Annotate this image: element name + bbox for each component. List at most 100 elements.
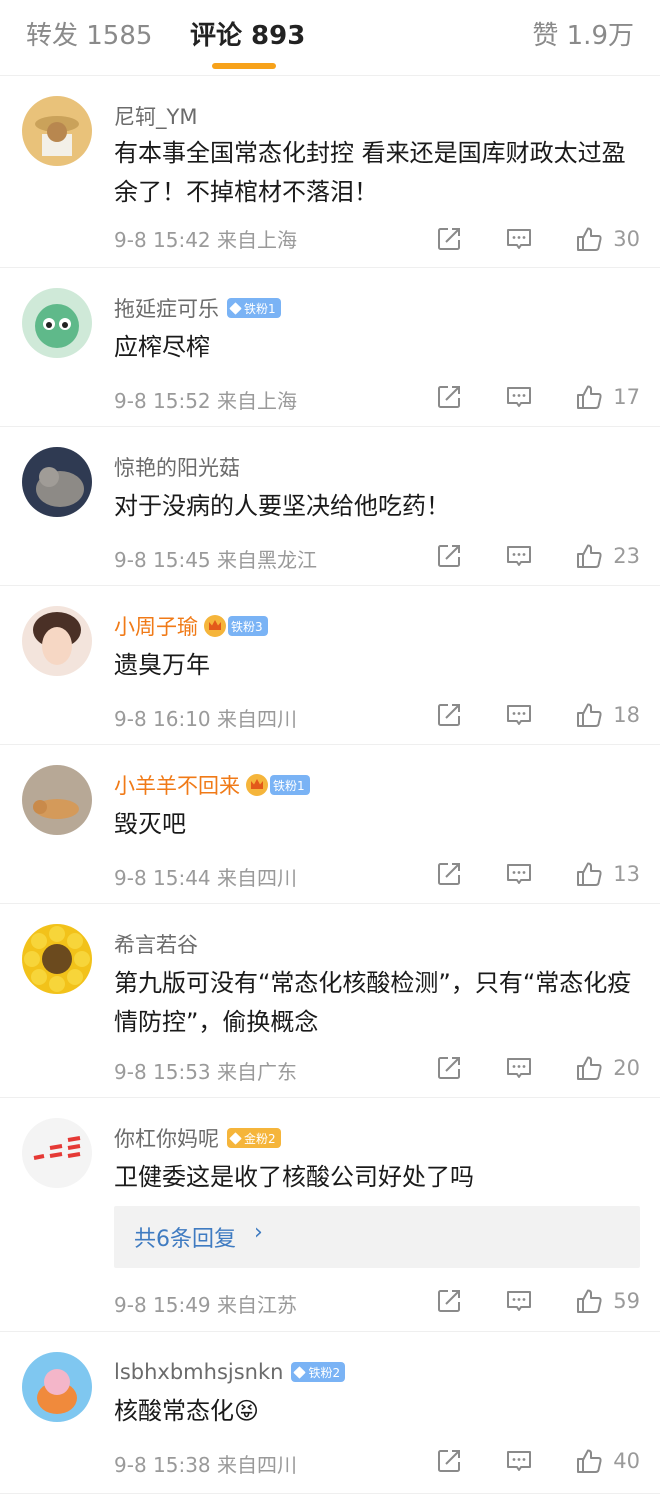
diamond-icon — [293, 1365, 307, 1379]
comment-meta: 9-8 15:38 来自四川 — [114, 1453, 298, 1477]
comment-text: 有本事全国常态化封控 看来还是国库财政太过盈余了！不掉棺材不落泪！ — [114, 139, 626, 206]
thumbs-up-icon[interactable] — [575, 701, 603, 729]
comment-item: 小周子瑜 铁粉3 遗臭万年 9-8 16:10 来自四川 18 — [0, 586, 660, 745]
comment-icon[interactable] — [505, 1054, 533, 1082]
diamond-icon — [229, 1131, 242, 1145]
active-tab-indicator — [212, 63, 276, 69]
comment-item: 惊艳的阳光菇 对于没病的人要坚决给他吃药！ 9-8 15:45 来自黑龙江 23 — [0, 427, 660, 586]
comment-actions: 59 — [435, 1284, 640, 1318]
username-row: lsbhxbmhsjsnkn 铁粉2 — [114, 1354, 346, 1390]
comment-icon[interactable] — [505, 225, 533, 253]
view-replies-button[interactable]: 共6条回复 › — [114, 1206, 640, 1268]
comment-icon[interactable] — [505, 1287, 533, 1315]
comment-icon[interactable] — [505, 1447, 533, 1475]
username-row: 小周子瑜 铁粉3 — [114, 608, 268, 644]
fan-badge: 铁粉3 — [228, 616, 268, 636]
like-count: 13 — [613, 862, 640, 886]
comment-text: 卫健委这是收了核酸公司好处了吗 — [114, 1163, 474, 1191]
share-icon[interactable] — [435, 860, 463, 888]
comment-text: 核酸常态化😝 — [114, 1397, 260, 1425]
username[interactable]: lsbhxbmhsjsnkn — [114, 1360, 283, 1384]
like-count: 18 — [613, 703, 640, 727]
comment-item: lsbhxbmhsjsnkn 铁粉2 核酸常态化😝 9-8 15:38 来自四川… — [0, 1332, 660, 1494]
username[interactable]: 尼轲_YM — [114, 101, 197, 131]
share-icon[interactable] — [435, 383, 463, 411]
share-icon[interactable] — [435, 1054, 463, 1082]
like-count: 40 — [613, 1449, 640, 1473]
comment-icon[interactable] — [505, 383, 533, 411]
username[interactable]: 拖延症可乐 — [114, 293, 219, 323]
avatar[interactable] — [22, 606, 92, 676]
comment-item: 你杠你妈呢 金粉2 卫健委这是收了核酸公司好处了吗 共6条回复 › 9-8 15… — [0, 1098, 660, 1332]
comment-actions: 40 — [435, 1444, 640, 1478]
comment-meta: 9-8 15:42 来自上海 — [114, 228, 298, 252]
username[interactable]: 你杠你妈呢 — [114, 1123, 219, 1153]
comment-actions: 17 — [435, 380, 640, 414]
comment-text: 对于没病的人要坚决给他吃药！ — [114, 492, 450, 520]
comment-icon[interactable] — [505, 701, 533, 729]
thumbs-up-icon[interactable] — [575, 1287, 603, 1315]
username-row: 拖延症可乐 铁粉1 — [114, 290, 281, 326]
comment-item: 尼轲_YM 有本事全国常态化封控 看来还是国库财政太过盈余了！不掉棺材不落泪！ … — [0, 76, 660, 268]
tab-comments[interactable]: 评论 893 — [190, 16, 305, 56]
like-count: 30 — [613, 227, 640, 251]
share-icon[interactable] — [435, 225, 463, 253]
comment-item: 拖延症可乐 铁粉1 应榨尽榨 9-8 15:52 来自上海 17 — [0, 268, 660, 427]
fan-badge: 金粉2 — [227, 1128, 281, 1148]
username-row: 惊艳的阳光菇 — [114, 449, 240, 485]
comment-text: 第九版可没有“常态化核酸检测”，只有“常态化疫情防控”，偷换概念 — [114, 969, 632, 1036]
comment-item: 小羊羊不回来 铁粉1 毁灭吧 9-8 15:44 来自四川 13 — [0, 745, 660, 904]
replies-label: 共6条回复 — [134, 1227, 236, 1252]
like-count: 23 — [613, 544, 640, 568]
avatar[interactable] — [22, 1352, 92, 1422]
comment-tabs: 转发 1585 评论 893 赞 1.9万 — [0, 0, 660, 76]
emoji: 😝 — [234, 1397, 260, 1425]
avatar[interactable] — [22, 765, 92, 835]
comment-actions: 23 — [435, 539, 640, 573]
avatar[interactable] — [22, 447, 92, 517]
username-row: 你杠你妈呢 金粉2 — [114, 1120, 281, 1156]
comment-icon[interactable] — [505, 860, 533, 888]
avatar[interactable] — [22, 288, 92, 358]
fan-badge: 铁粉1 — [270, 775, 310, 795]
tab-likes[interactable]: 赞 1.9万 — [532, 16, 634, 56]
fan-badge: 铁粉1 — [227, 298, 281, 318]
username[interactable]: 小周子瑜 — [114, 611, 198, 641]
share-icon[interactable] — [435, 1287, 463, 1315]
tab-reposts[interactable]: 转发 1585 — [26, 16, 152, 56]
username-row: 小羊羊不回来 铁粉1 — [114, 767, 310, 803]
fan-badge: 铁粉2 — [291, 1362, 346, 1382]
comment-icon[interactable] — [505, 542, 533, 570]
like-count: 59 — [613, 1289, 640, 1313]
like-count: 20 — [613, 1056, 640, 1080]
share-icon[interactable] — [435, 701, 463, 729]
comment-actions: 20 — [435, 1051, 640, 1085]
avatar[interactable] — [22, 96, 92, 166]
thumbs-up-icon[interactable] — [575, 383, 603, 411]
comment-meta: 9-8 15:49 来自江苏 — [114, 1293, 298, 1317]
comment-meta: 9-8 15:45 来自黑龙江 — [114, 548, 318, 572]
thumbs-up-icon[interactable] — [575, 1447, 603, 1475]
avatar[interactable] — [22, 924, 92, 994]
thumbs-up-icon[interactable] — [575, 542, 603, 570]
like-count: 17 — [613, 385, 640, 409]
comment-actions: 13 — [435, 857, 640, 891]
comment-actions: 18 — [435, 698, 640, 732]
diamond-icon — [229, 301, 242, 315]
comment-meta: 9-8 15:53 来自广东 — [114, 1060, 298, 1084]
comment-meta: 9-8 16:10 来自四川 — [114, 707, 298, 731]
avatar[interactable] — [22, 1118, 92, 1188]
comment-text: 毁灭吧 — [114, 810, 186, 838]
share-icon[interactable] — [435, 1447, 463, 1475]
thumbs-up-icon[interactable] — [575, 860, 603, 888]
username-row: 尼轲_YM — [114, 98, 197, 134]
username[interactable]: 惊艳的阳光菇 — [114, 452, 240, 482]
share-icon[interactable] — [435, 542, 463, 570]
thumbs-up-icon[interactable] — [575, 225, 603, 253]
crown-icon — [246, 774, 268, 796]
username[interactable]: 小羊羊不回来 — [114, 770, 240, 800]
username[interactable]: 希言若谷 — [114, 929, 198, 959]
crown-icon — [204, 615, 226, 637]
comment-text: 应榨尽榨 — [114, 333, 210, 361]
thumbs-up-icon[interactable] — [575, 1054, 603, 1082]
